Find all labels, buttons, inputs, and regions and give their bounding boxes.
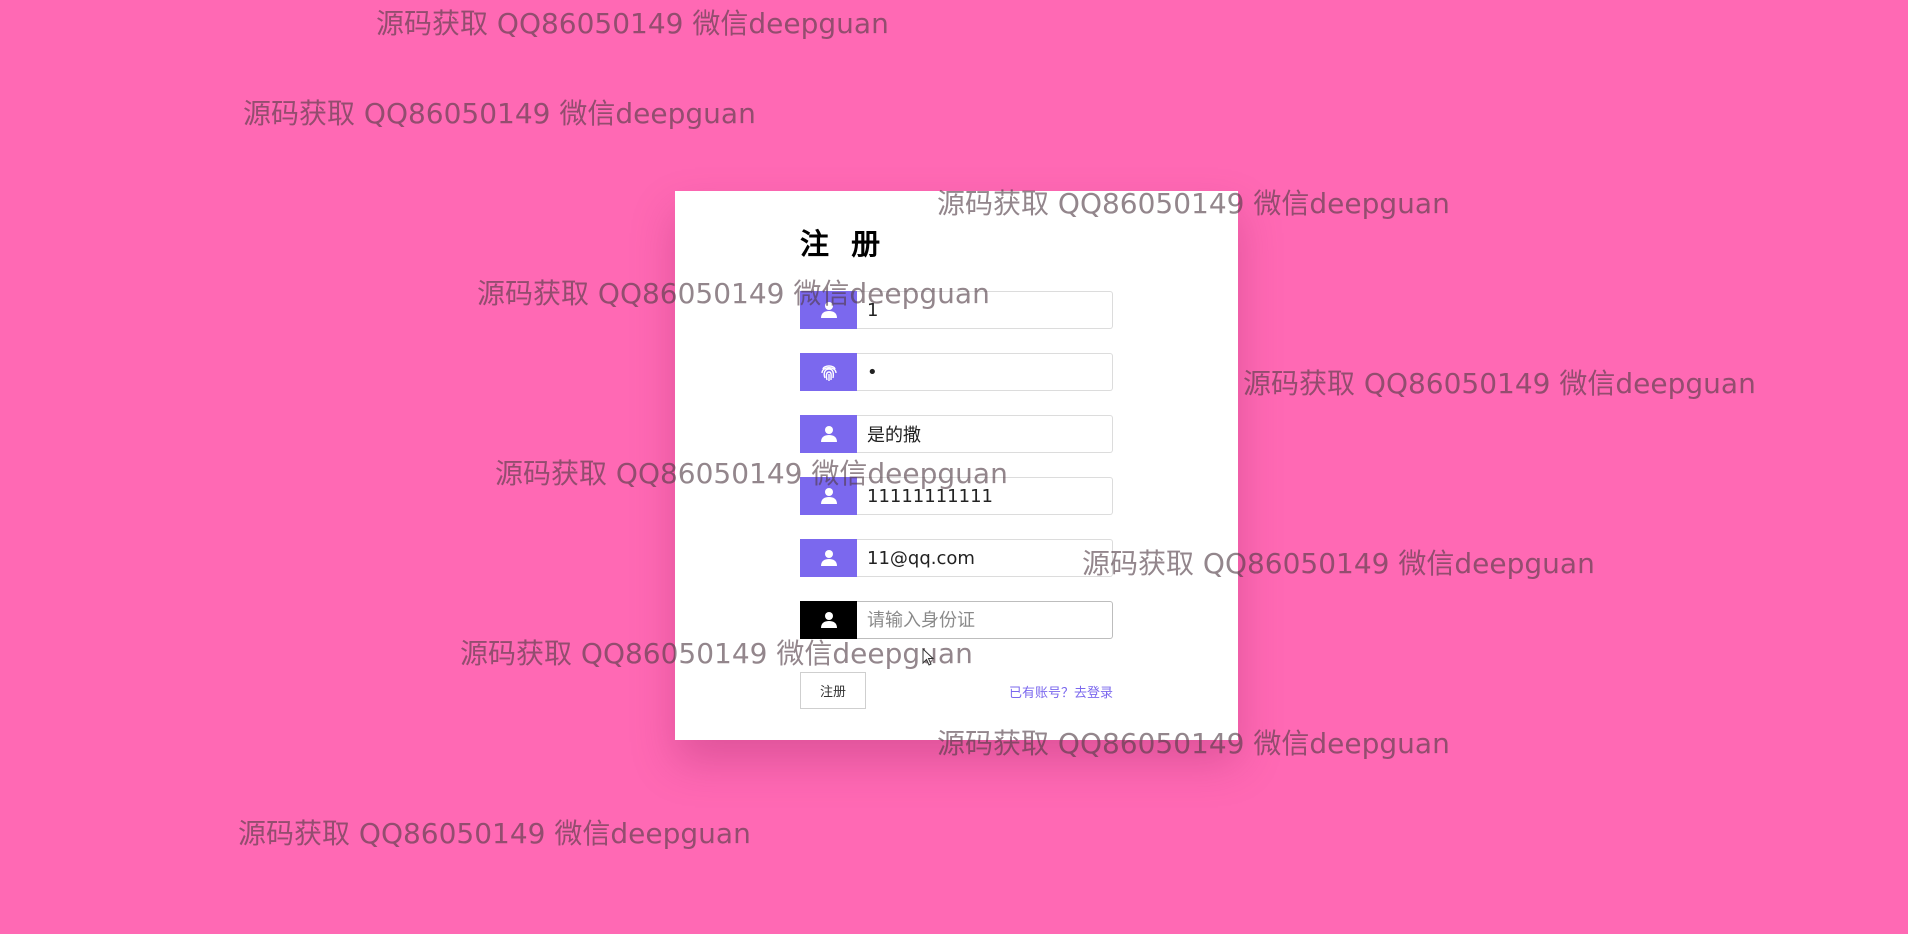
form-title: 注 册: [800, 227, 887, 261]
register-card: 注 册 1 • 是的撒 11111111111 11@qq.com 请输入身份证…: [675, 191, 1238, 740]
field-phone: [800, 477, 1113, 515]
user-icon: [800, 291, 857, 329]
user-icon: [800, 539, 857, 577]
password-input[interactable]: [857, 353, 1113, 391]
field-username: [800, 291, 1113, 329]
id-card-input[interactable]: [857, 601, 1113, 639]
field-id-card: [800, 601, 1113, 639]
mouse-cursor-icon: [922, 648, 935, 666]
fingerprint-icon: [800, 353, 857, 391]
register-button[interactable]: 注册: [800, 672, 866, 709]
watermark-text: 源码获取 QQ86050149 微信deepguan: [1243, 367, 1756, 400]
email-input[interactable]: [857, 539, 1113, 577]
watermark-text: 源码获取 QQ86050149 微信deepguan: [238, 817, 751, 850]
watermark-text: 源码获取 QQ86050149 微信deepguan: [376, 7, 889, 40]
user-icon: [800, 415, 857, 453]
watermark-text: 源码获取 QQ86050149 微信deepguan: [243, 97, 756, 130]
username-input[interactable]: [857, 291, 1113, 329]
user-icon: [800, 477, 857, 515]
phone-input[interactable]: [857, 477, 1113, 515]
login-link[interactable]: 已有账号？去登录: [1009, 682, 1113, 701]
field-email: [800, 539, 1113, 577]
field-password: [800, 353, 1113, 391]
name-input[interactable]: [857, 415, 1113, 453]
user-icon: [800, 601, 857, 639]
field-name: [800, 415, 1113, 453]
